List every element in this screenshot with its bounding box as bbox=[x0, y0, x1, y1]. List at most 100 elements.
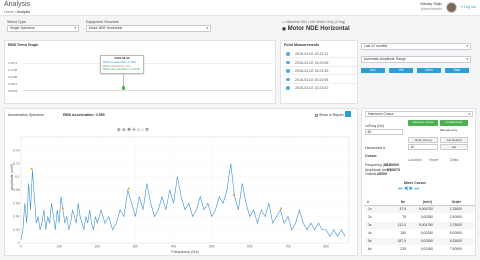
table-cell-order: 7.50000 bbox=[449, 247, 462, 251]
rms-trend-panel: RMS Trend Graph 1.0271 0.7736 0.5198 0.2… bbox=[4, 40, 276, 104]
table-cell-hz: 75 bbox=[402, 215, 406, 219]
cursor-section-title: Cursor bbox=[365, 154, 377, 158]
freq-label: 1xFreq (Hz) bbox=[365, 124, 384, 128]
table-row[interactable]: 6x 225 0.00180 7.50000 bbox=[365, 246, 474, 253]
equipment-label: Equipment Structure bbox=[86, 20, 119, 24]
move-cursor-controls: ⏮◀▶⏭ bbox=[398, 186, 420, 192]
move-cursor-label: Move Cursor bbox=[404, 181, 426, 185]
harmonic-marker bbox=[127, 187, 130, 190]
page-header: Analysis Home › Analysis Nikolay Stojic … bbox=[0, 0, 480, 16]
x-axis-label: Frequency (Hz) bbox=[171, 249, 199, 254]
table-cell-amp: 0.004750 bbox=[418, 223, 433, 227]
select-type-dropdown[interactable]: Single Spectrum ▾ bbox=[7, 25, 79, 32]
vel-button[interactable]: Vel bbox=[389, 68, 413, 73]
spectrum-chart[interactable]: 0 0.02 0.04 0.06 0.08 0.1 0.12 0.14 0 100 200 300 4… bbox=[5, 109, 359, 257]
trend-point[interactable] bbox=[121, 86, 125, 90]
chevron-down-icon: ▾ bbox=[206, 26, 208, 30]
amplitude-range-dropdown[interactable]: Automatic Amplitude Range ▾ bbox=[361, 56, 471, 63]
table-cell-index: 4x bbox=[368, 231, 372, 235]
equipment-heading: ◉ Motor NDE Horizontal bbox=[282, 26, 350, 32]
set-button[interactable]: Set bbox=[440, 144, 468, 150]
col-delta: Delta bbox=[450, 158, 459, 162]
logout-link[interactable]: ⇥ Log out bbox=[460, 5, 476, 9]
equipment-dropdown[interactable]: Motor NDE Horizontal ▾ bbox=[86, 25, 211, 32]
table-cell-hz: 187.5 bbox=[397, 239, 407, 243]
table-row[interactable]: 4x 150 0.00250 5.00000 bbox=[365, 230, 474, 237]
list-item[interactable]: 2018-03-02 15:22:11 bbox=[283, 50, 357, 58]
select-type-value: Single Spectrum bbox=[10, 26, 35, 30]
readout-order-value: 1.25000 bbox=[374, 172, 387, 176]
x-tick-label: 800 bbox=[323, 245, 329, 249]
locate-peak-button[interactable]: Locate Peak bbox=[440, 120, 468, 126]
page-title: Analysis bbox=[4, 1, 31, 8]
get-default-button[interactable]: Get Default bbox=[440, 137, 468, 143]
period-value: Last 12 months bbox=[364, 44, 388, 48]
readout-order-label: Order bbox=[365, 172, 375, 176]
dem-button[interactable]: Dem bbox=[417, 68, 441, 73]
select-type-label: Select Type bbox=[7, 20, 26, 24]
x-tick-label: 100 bbox=[56, 245, 62, 249]
trend-ytick-0: 1.0271 bbox=[8, 61, 18, 65]
harmonics-label: Harmonics # bbox=[365, 146, 386, 150]
table-header-amp: (m/s²) bbox=[422, 200, 432, 204]
trend-ytick-2: 0.5198 bbox=[8, 75, 18, 79]
amplitude-range-value: Automatic Amplitude Range bbox=[364, 57, 406, 61]
y-tick-label: 0.02 bbox=[13, 228, 19, 232]
table-header-index: # bbox=[367, 200, 369, 204]
logout-icon: ⇥ bbox=[460, 5, 464, 9]
y-tick-label: 0.04 bbox=[13, 215, 19, 219]
y-tick-label: 0.08 bbox=[13, 188, 19, 192]
harmonics-table: # Hz (m/s²) Order 1x 37.5 0.006700 1.25000 2… bbox=[364, 199, 475, 255]
table-row[interactable]: 1x 37.5 0.006700 1.25000 bbox=[365, 206, 474, 213]
table-cell-index: 5x bbox=[368, 239, 372, 243]
freq-input[interactable]: 50 bbox=[365, 129, 403, 135]
avatar[interactable] bbox=[446, 1, 457, 13]
x-tick-label: 500 bbox=[209, 245, 215, 249]
radio-icon bbox=[286, 77, 290, 81]
table-cell-amp: 0.00280 bbox=[420, 215, 433, 219]
folder-icon: ▭ bbox=[282, 20, 286, 24]
trend-ytick-1: 0.7736 bbox=[8, 68, 18, 72]
period-dropdown[interactable]: Last 12 months ▾ bbox=[361, 43, 471, 50]
y-axis-label: Amplitude (m/s²) bbox=[10, 164, 14, 190]
cursor-type-dropdown[interactable]: Harmonic Cursor ▾ bbox=[365, 110, 473, 117]
list-item[interactable]: 2018-03-02 15:23:52 bbox=[283, 84, 357, 92]
table-cell-order: 1.25000 bbox=[449, 207, 462, 211]
max-button[interactable]: Max bbox=[445, 68, 469, 73]
equipment-heading-text: Motor NDE Horizontal bbox=[287, 26, 350, 32]
table-cell-amp: 0.00250 bbox=[420, 231, 433, 235]
x-ticks: 0 100 200 300 400 500 600 700 800 bbox=[20, 245, 329, 249]
table-cell-hz: 150 bbox=[400, 231, 406, 235]
table-cell-order: 3.75000 bbox=[449, 223, 462, 227]
point-measurements-panel: Point Measurements 2018-03-02 15:22:11 2… bbox=[280, 40, 358, 104]
cursor-panel: Harmonic Cursor ▾ 1xFreq (Hz) 50 Get from… bbox=[361, 108, 476, 256]
get-from-cursor-button[interactable]: Get from cursor bbox=[408, 120, 438, 126]
list-item-label: 2018-03-02 15:23:55 bbox=[295, 77, 329, 82]
equipment-path-text: Machine 001 / Vib Motor Only (2 brg) bbox=[286, 20, 346, 24]
list-item[interactable]: 2018-03-02 15:23:05 bbox=[283, 59, 357, 67]
table-row[interactable]: 3x 112.5 0.004750 3.75000 bbox=[365, 222, 474, 229]
table-cell-amp: 0.006700 bbox=[418, 207, 433, 211]
table-row[interactable]: 5x 187.5 0.00390 6.25000 bbox=[365, 238, 474, 245]
clear-freq-button[interactable]: Clear 1xFreq bbox=[408, 137, 438, 143]
list-item-label: 2018-03-02 15:22:11 bbox=[295, 52, 329, 57]
list-item-label: 2018-03-02 15:23:39 bbox=[295, 69, 329, 74]
y-tick-label: 0.14 bbox=[13, 148, 19, 152]
trend-ytick-3: 0.2671 bbox=[8, 82, 18, 86]
list-item[interactable]: 2018-03-02 15:23:39 bbox=[283, 67, 357, 75]
harmonics-input[interactable]: 10 bbox=[408, 144, 438, 150]
x-tick-label: 300 bbox=[133, 245, 139, 249]
list-item[interactable]: 2018-03-02 15:23:55 bbox=[283, 76, 357, 84]
last-icon[interactable]: ⏭ bbox=[414, 186, 420, 192]
freq-value: 50 bbox=[367, 130, 372, 134]
table-row[interactable]: 2x 75 0.00280 2.50000 bbox=[365, 214, 474, 221]
manual-entry-label[interactable]: Manual entry bbox=[440, 128, 457, 133]
acc-button[interactable]: Acc bbox=[361, 68, 385, 73]
point-measurements-title: Point Measurements bbox=[284, 43, 320, 47]
trend-gridlines bbox=[23, 63, 273, 91]
y-tick-label: 0.06 bbox=[13, 201, 19, 205]
trend-tooltip: 2018-03-02 RMS Acceleration: 0.559 RMS V… bbox=[100, 55, 144, 74]
logout-label: Log out bbox=[464, 5, 477, 9]
table-cell-index: 3x bbox=[368, 223, 372, 227]
breadcrumb-home[interactable]: Home bbox=[4, 10, 14, 14]
